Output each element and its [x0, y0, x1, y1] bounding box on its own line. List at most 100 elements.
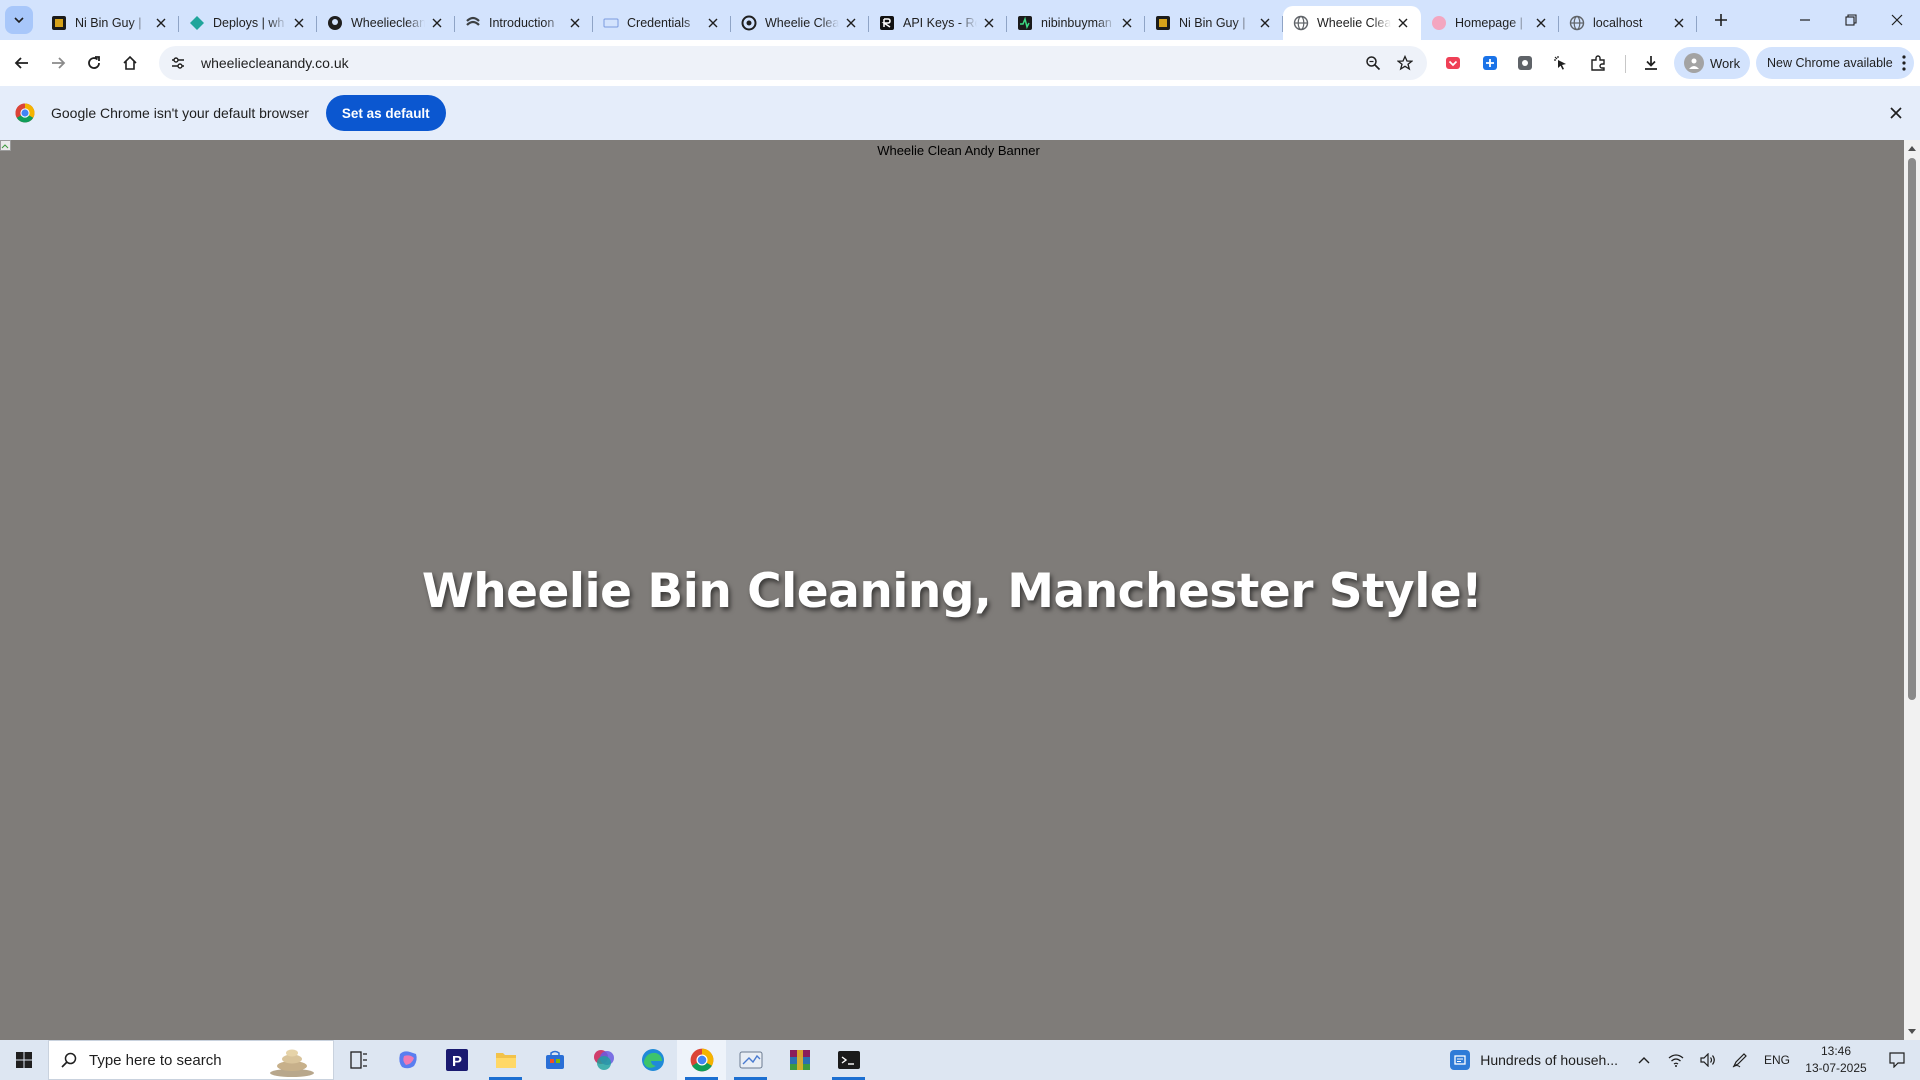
chevron-up-icon	[1638, 1057, 1650, 1064]
windows-logo-icon	[16, 1052, 32, 1068]
close-window-button[interactable]	[1874, 0, 1920, 40]
globe-favicon-icon	[1293, 15, 1309, 31]
zoom-icon	[1366, 56, 1381, 71]
show-hidden-icons-button[interactable]	[1628, 1040, 1660, 1080]
update-label: New Chrome available	[1767, 56, 1893, 70]
chrome-logo-icon	[15, 103, 35, 123]
volume-button[interactable]	[1692, 1040, 1724, 1080]
clock-date: 13-07-2025	[1805, 1061, 1867, 1075]
tab-strip: Ni Bin Guy | Deploys | wh Wheelieclean I…	[0, 0, 1920, 40]
close-tab-icon[interactable]	[291, 15, 307, 31]
restore-button[interactable]	[1828, 0, 1874, 40]
new-tab-button[interactable]	[1707, 6, 1735, 34]
nibinguy-favicon-icon	[51, 15, 67, 31]
back-button[interactable]	[5, 46, 39, 80]
network-button[interactable]	[1660, 1040, 1692, 1080]
pocket-extension-button[interactable]	[1436, 46, 1470, 80]
page-scrollbar[interactable]	[1904, 140, 1920, 1040]
minimize-icon	[1800, 19, 1810, 21]
svg-text:P: P	[452, 1053, 462, 1070]
more-vert-icon	[1902, 55, 1906, 71]
clock[interactable]: 13:46 13-07-2025	[1798, 1043, 1874, 1077]
close-tab-icon[interactable]	[843, 15, 859, 31]
tab[interactable]: Credentials	[593, 6, 731, 40]
pocket-icon	[1446, 57, 1460, 69]
language-indicator[interactable]: ENG	[1756, 1040, 1798, 1080]
update-chrome-button[interactable]: New Chrome available	[1756, 47, 1914, 79]
tab[interactable]: nibinbuyman	[1007, 6, 1145, 40]
winrar-icon	[789, 1050, 810, 1070]
snipping-tool-taskbar-app[interactable]	[726, 1040, 775, 1080]
close-tab-icon[interactable]	[705, 15, 721, 31]
tab-active[interactable]: Wheelie Clea	[1283, 6, 1421, 40]
close-tab-icon[interactable]	[1671, 15, 1687, 31]
close-tab-icon[interactable]	[1395, 15, 1411, 31]
downloads-button[interactable]	[1634, 46, 1668, 80]
triangle-up-icon	[1908, 146, 1916, 151]
grey-extension-button[interactable]	[1508, 46, 1542, 80]
tab[interactable]: localhost	[1559, 6, 1697, 40]
page-content: Wheelie Clean Andy Banner Wheelie Bin Cl…	[0, 140, 1904, 1040]
tab-list: Ni Bin Guy | Deploys | wh Wheelieclean I…	[41, 0, 1697, 40]
winrar-taskbar-app[interactable]	[775, 1040, 824, 1080]
cursor-sparkle-icon	[1554, 56, 1566, 70]
notification-center-button[interactable]	[1874, 1040, 1920, 1080]
tab[interactable]: Wheelieclean	[317, 6, 455, 40]
news-widget[interactable]: Hundreds of househ...	[1440, 1040, 1628, 1080]
task-view-button[interactable]	[334, 1040, 383, 1080]
home-button[interactable]	[113, 46, 147, 80]
plus-icon	[1715, 14, 1727, 26]
profile-button[interactable]: Work	[1674, 47, 1750, 79]
address-bar[interactable]: wheeliecleanandy.co.uk	[159, 46, 1427, 80]
terminal-icon	[837, 1051, 860, 1069]
snipping-icon	[739, 1051, 762, 1069]
tab[interactable]: Ni Bin Guy |	[1145, 6, 1283, 40]
extensions-button[interactable]	[1581, 46, 1615, 80]
infobar-close-button[interactable]	[1886, 103, 1906, 123]
edge-taskbar-app[interactable]	[628, 1040, 677, 1080]
tab[interactable]: Introduction	[455, 6, 593, 40]
start-button[interactable]	[0, 1040, 48, 1080]
close-icon	[1890, 107, 1902, 119]
p-app-taskbar-app[interactable]: P	[432, 1040, 481, 1080]
tab[interactable]: Wheelie Clea	[731, 6, 869, 40]
m365-taskbar-app[interactable]	[579, 1040, 628, 1080]
terminal-taskbar-app[interactable]	[824, 1040, 873, 1080]
chrome-taskbar-app[interactable]	[677, 1040, 726, 1080]
tab[interactable]: Homepage |	[1421, 6, 1559, 40]
scroll-up-button[interactable]	[1904, 140, 1920, 156]
tab-title: Ni Bin Guy |	[75, 16, 142, 30]
close-tab-icon[interactable]	[1533, 15, 1549, 31]
site-info-button[interactable]	[164, 49, 192, 77]
tab-title: Deploys | wh	[213, 16, 285, 30]
scrollbar-thumb[interactable]	[1908, 158, 1916, 700]
news-icon	[1450, 1050, 1471, 1070]
tab[interactable]: API Keys - Re	[869, 6, 1007, 40]
reload-button[interactable]	[77, 46, 111, 80]
bookmark-button[interactable]	[1389, 47, 1421, 79]
microsoft-store-taskbar-app[interactable]	[530, 1040, 579, 1080]
scroll-down-button[interactable]	[1904, 1024, 1920, 1040]
close-tab-icon[interactable]	[153, 15, 169, 31]
news-text: Hundreds of househ...	[1480, 1052, 1618, 1068]
blue-extension-button[interactable]	[1473, 46, 1507, 80]
close-tab-icon[interactable]	[1257, 15, 1273, 31]
forward-button[interactable]	[41, 46, 75, 80]
set-default-button[interactable]: Set as default	[325, 95, 446, 131]
tab-search-button[interactable]	[5, 6, 33, 34]
taskbar-search-box[interactable]: Type here to search	[48, 1040, 334, 1080]
file-explorer-taskbar-app[interactable]	[481, 1040, 530, 1080]
close-tab-icon[interactable]	[981, 15, 997, 31]
close-tab-icon[interactable]	[429, 15, 445, 31]
minimize-button[interactable]	[1782, 0, 1828, 40]
accessibility-extension-button[interactable]	[1544, 46, 1578, 80]
url-text[interactable]: wheeliecleanandy.co.uk	[201, 55, 1357, 71]
zoom-button[interactable]	[1357, 47, 1389, 79]
close-tab-icon[interactable]	[567, 15, 583, 31]
close-tab-icon[interactable]	[1119, 15, 1135, 31]
tab[interactable]: Ni Bin Guy |	[41, 6, 179, 40]
pen-button[interactable]	[1724, 1040, 1756, 1080]
windows-taskbar: Type here to search P Hundreds of househ…	[0, 1040, 1920, 1080]
copilot-taskbar-app[interactable]	[383, 1040, 432, 1080]
tab[interactable]: Deploys | wh	[179, 6, 317, 40]
